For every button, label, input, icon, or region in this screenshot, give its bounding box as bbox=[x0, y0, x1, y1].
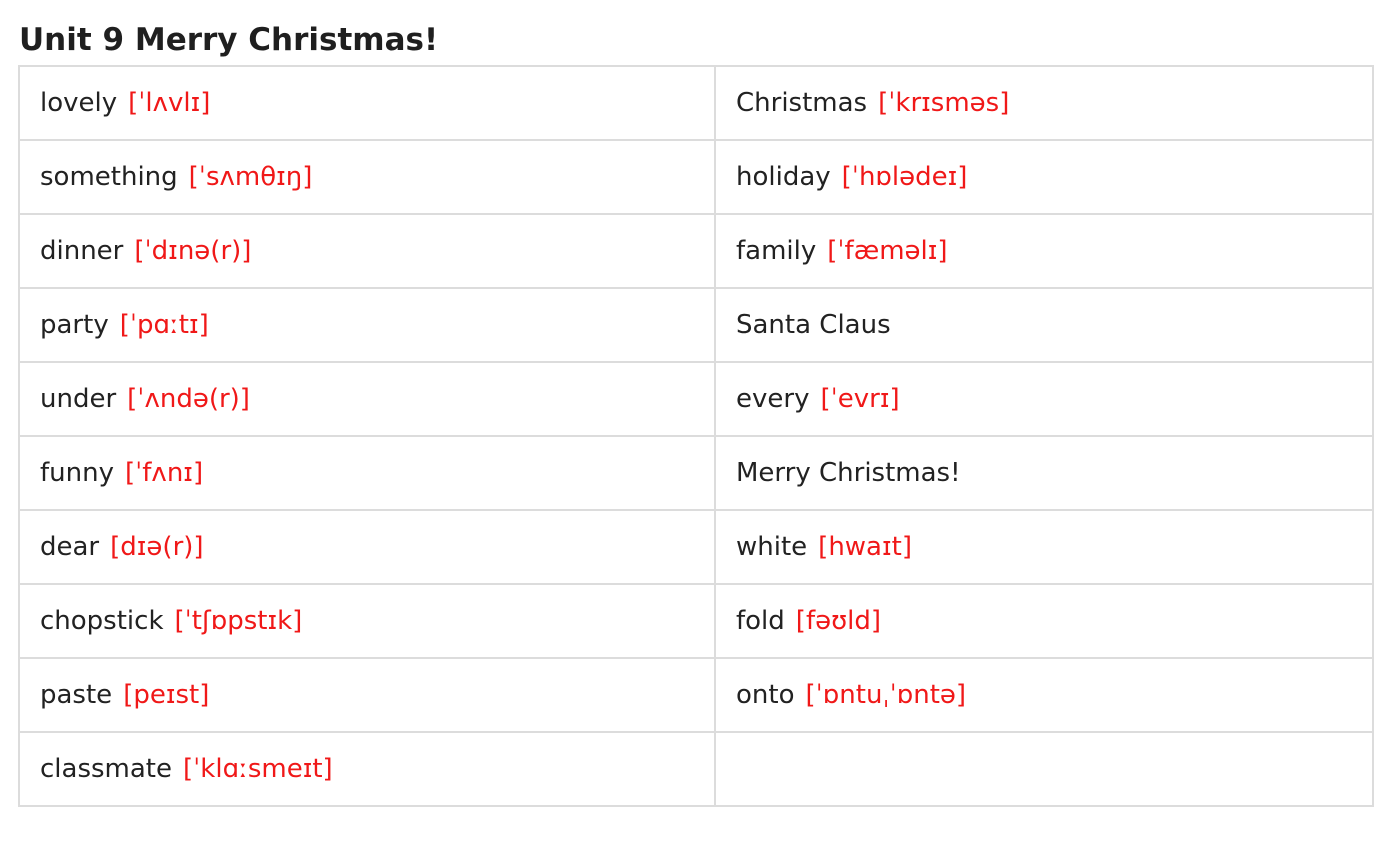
vocab-word: white bbox=[736, 532, 808, 562]
vocab-word: fold bbox=[736, 606, 785, 636]
empty-cell bbox=[714, 731, 1374, 807]
vocab-word: lovely bbox=[40, 88, 118, 118]
table-row: chopstick [ˈtʃɒpstɪk] fold [fəʊld] bbox=[18, 583, 1374, 659]
table-row: classmate [ˈklɑːsmeɪt] bbox=[18, 731, 1374, 807]
table-row: dinner [ˈdɪnə(r)] family [ˈfæməlɪ] bbox=[18, 213, 1374, 289]
vocab-word: every bbox=[736, 384, 810, 414]
table-row: funny [ˈfʌnɪ] Merry Christmas! bbox=[18, 435, 1374, 511]
vocab-word: Santa Claus bbox=[736, 310, 891, 340]
vocab-phonetic: [ˈdɪnə(r)] bbox=[134, 236, 252, 266]
vocab-phonetic: [ˈkrɪsməs] bbox=[878, 88, 1010, 118]
vocab-cell: under [ˈʌndə(r)] bbox=[18, 361, 716, 437]
vocab-cell: fold [fəʊld] bbox=[714, 583, 1374, 659]
vocab-phonetic: [ˈɒntuˌˈɒntə] bbox=[805, 680, 967, 710]
vocab-phonetic: [ˈpɑːtɪ] bbox=[119, 310, 209, 340]
vocab-word: onto bbox=[736, 680, 795, 710]
vocab-phonetic: [ˈfæməlɪ] bbox=[827, 236, 948, 266]
table-row: paste [peɪst] onto [ˈɒntuˌˈɒntə] bbox=[18, 657, 1374, 733]
vocab-word: dinner bbox=[40, 236, 124, 266]
vocab-word: dear bbox=[40, 532, 100, 562]
vocab-word: family bbox=[736, 236, 817, 266]
vocabulary-table: lovely [ˈlʌvlɪ] Christmas [ˈkrɪsməs] somet… bbox=[18, 65, 1374, 807]
vocab-cell: holiday [ˈhɒlədeɪ] bbox=[714, 139, 1374, 215]
vocab-phonetic: [peɪst] bbox=[123, 680, 210, 710]
vocab-cell: paste [peɪst] bbox=[18, 657, 716, 733]
vocab-cell: onto [ˈɒntuˌˈɒntə] bbox=[714, 657, 1374, 733]
page-title: Unit 9 Merry Christmas! bbox=[19, 22, 439, 58]
vocab-word: paste bbox=[40, 680, 113, 710]
vocab-phonetic: [ˈklɑːsmeɪt] bbox=[183, 754, 333, 784]
vocab-word: party bbox=[40, 310, 109, 340]
vocab-word: under bbox=[40, 384, 117, 414]
vocab-cell: Merry Christmas! bbox=[714, 435, 1374, 511]
vocab-word: Merry Christmas! bbox=[736, 458, 961, 488]
vocab-phonetic: [ˈʌndə(r)] bbox=[127, 384, 250, 414]
vocab-cell: party [ˈpɑːtɪ] bbox=[18, 287, 716, 363]
vocab-phonetic: [hwaɪt] bbox=[818, 532, 912, 562]
vocab-phonetic: [dɪə(r)] bbox=[110, 532, 204, 562]
vocab-cell: dear [dɪə(r)] bbox=[18, 509, 716, 585]
vocab-cell: family [ˈfæməlɪ] bbox=[714, 213, 1374, 289]
vocab-word: classmate bbox=[40, 754, 172, 784]
vocab-cell: chopstick [ˈtʃɒpstɪk] bbox=[18, 583, 716, 659]
page: Unit 9 Merry Christmas! lovely [ˈlʌvlɪ] C… bbox=[0, 0, 1394, 852]
table-row: dear [dɪə(r)] white [hwaɪt] bbox=[18, 509, 1374, 585]
vocab-phonetic: [ˈlʌvlɪ] bbox=[128, 88, 211, 118]
vocab-phonetic: [ˈfʌnɪ] bbox=[124, 458, 204, 488]
vocab-cell: lovely [ˈlʌvlɪ] bbox=[18, 65, 716, 141]
vocab-cell: classmate [ˈklɑːsmeɪt] bbox=[18, 731, 716, 807]
table-row: lovely [ˈlʌvlɪ] Christmas [ˈkrɪsməs] bbox=[18, 65, 1374, 141]
vocab-word: Christmas bbox=[736, 88, 868, 118]
vocab-phonetic: [ˈtʃɒpstɪk] bbox=[174, 606, 303, 636]
vocab-cell: dinner [ˈdɪnə(r)] bbox=[18, 213, 716, 289]
table-row: something [ˈsʌmθɪŋ] holiday [ˈhɒlədeɪ] bbox=[18, 139, 1374, 215]
table-row: party [ˈpɑːtɪ] Santa Claus bbox=[18, 287, 1374, 363]
vocab-phonetic: [fəʊld] bbox=[795, 606, 882, 636]
vocab-word: something bbox=[40, 162, 178, 192]
vocab-phonetic: [ˈhɒlədeɪ] bbox=[841, 162, 968, 192]
table-row: under [ˈʌndə(r)] every [ˈevrɪ] bbox=[18, 361, 1374, 437]
vocab-phonetic: [ˈsʌmθɪŋ] bbox=[188, 162, 313, 192]
vocab-cell: Christmas [ˈkrɪsməs] bbox=[714, 65, 1374, 141]
vocab-cell: funny [ˈfʌnɪ] bbox=[18, 435, 716, 511]
vocab-cell: Santa Claus bbox=[714, 287, 1374, 363]
vocab-word: holiday bbox=[736, 162, 831, 192]
vocab-word: chopstick bbox=[40, 606, 164, 636]
vocab-phonetic: [ˈevrɪ] bbox=[820, 384, 900, 414]
vocab-cell: white [hwaɪt] bbox=[714, 509, 1374, 585]
vocab-cell: something [ˈsʌmθɪŋ] bbox=[18, 139, 716, 215]
vocab-word: funny bbox=[40, 458, 114, 488]
vocab-cell: every [ˈevrɪ] bbox=[714, 361, 1374, 437]
